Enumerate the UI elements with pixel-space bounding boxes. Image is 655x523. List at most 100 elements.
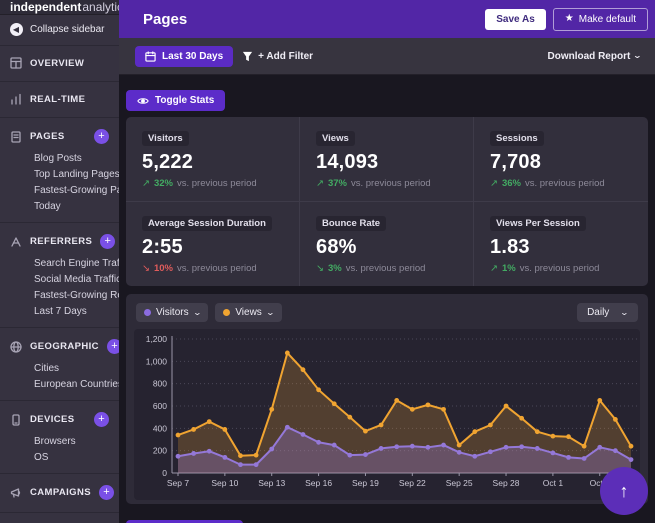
logo-text-bold: independent (10, 0, 81, 14)
sidebar-item-top-landing-pages[interactable]: Top Landing Pages (34, 166, 113, 182)
collapse-arrow-icon: ◀ (10, 23, 23, 36)
visitors-series-dropdown[interactable]: Visitors ⌄ (136, 303, 208, 322)
sidebar-item-clicks[interactable]: CLICKS + (0, 517, 119, 523)
trendline-logo-icon (11, 0, 22, 1)
collapse-sidebar-label: Collapse sidebar (30, 24, 105, 35)
visitors-series-dot-icon (144, 309, 151, 316)
line-chart[interactable]: 02004006008001,0001,200Sep 7Sep 10Sep 13… (134, 329, 640, 500)
sidebar-item-os[interactable]: OS (34, 449, 113, 465)
page-header: Pages Save As ★ Make default (119, 0, 655, 38)
sidebar-item-fastest-growing-referrers[interactable]: Fastest-Growing Referrers (34, 287, 113, 303)
sidebar-item-overview[interactable]: OVERVIEW (0, 50, 119, 75)
stat-label: Sessions (490, 131, 544, 146)
stat-card-views: Views 14,093 ↗37%vs. previous period (300, 117, 474, 202)
sidebar-label-overview: OVERVIEW (30, 58, 109, 69)
referrer-arrow-icon (10, 236, 22, 248)
svg-text:Sep 13: Sep 13 (258, 478, 285, 488)
sidebar-label-pages: PAGES (30, 131, 86, 142)
svg-text:0: 0 (162, 468, 167, 478)
sidebar-item-campaigns[interactable]: CAMPAIGNS + (0, 478, 119, 506)
funnel-icon (242, 51, 253, 62)
stat-label: Bounce Rate (316, 216, 386, 231)
scroll-to-top-button[interactable]: ↑ (600, 467, 648, 515)
views-series-dot-icon (223, 309, 230, 316)
sidebar-item-pages[interactable]: PAGES + (0, 122, 119, 150)
chevron-down-icon: ⌄ (620, 309, 629, 317)
make-default-button[interactable]: ★ Make default (553, 8, 648, 31)
add-filter-label: + Add Filter (258, 51, 313, 62)
app-logo: independent analytics (10, 0, 119, 14)
views-series-dropdown[interactable]: Views ⌄ (215, 303, 281, 322)
svg-text:200: 200 (153, 446, 167, 456)
sidebar-item-blog-posts[interactable]: Blog Posts (34, 150, 113, 166)
chevron-down-icon: ⌄ (633, 52, 642, 60)
chevron-down-icon: ⌄ (265, 309, 274, 317)
sidebar-label-real-time: REAL-TIME (30, 94, 109, 105)
page-title: Pages (143, 11, 485, 28)
add-devices-report-button[interactable]: + (94, 412, 109, 427)
svg-text:1,200: 1,200 (146, 334, 168, 344)
stat-trend: ↗37%vs. previous period (316, 178, 457, 189)
chart-controls: Visitors ⌄ Views ⌄ Daily ⌄ (134, 302, 640, 329)
date-range-label: Last 30 Days (162, 51, 223, 62)
download-report-label: Download Report (548, 51, 631, 62)
main-area: Pages Save As ★ Make default Last 30 Day… (119, 0, 655, 523)
stat-trend: ↘3%vs. previous period (316, 263, 457, 274)
content-area: Toggle Stats Visitors 5,222 ↗32%vs. prev… (119, 75, 655, 523)
stat-value: 14,093 (316, 151, 457, 174)
globe-icon (10, 341, 22, 353)
sidebar-item-browsers[interactable]: Browsers (34, 433, 113, 449)
sidebar-item-today[interactable]: Today (34, 198, 113, 214)
interval-label: Daily (587, 307, 609, 318)
interval-dropdown[interactable]: Daily ⌄ (577, 303, 638, 322)
stat-trend: ↗36%vs. previous period (490, 178, 632, 189)
add-filter-button[interactable]: + Add Filter (242, 51, 313, 62)
sidebar-item-devices[interactable]: DEVICES + (0, 405, 119, 433)
collapse-sidebar-button[interactable]: ◀ Collapse sidebar (0, 15, 119, 46)
toolbar: Last 30 Days + Add Filter Download Repor… (119, 38, 655, 75)
sidebar-item-referrers[interactable]: REFERRERS + (0, 227, 119, 255)
sidebar-item-cities[interactable]: Cities (34, 360, 113, 376)
sidebar-item-geographic[interactable]: GEOGRAPHIC + (0, 332, 119, 360)
stat-value: 1.83 (490, 236, 632, 259)
svg-text:800: 800 (153, 379, 167, 389)
add-campaigns-report-button[interactable]: + (99, 485, 114, 500)
download-report-button[interactable]: Download Report ⌄ (548, 51, 641, 62)
add-geographic-report-button[interactable]: + (107, 339, 119, 354)
add-referrers-report-button[interactable]: + (100, 234, 115, 249)
sidebar-item-last-7-days[interactable]: Last 7 Days (34, 303, 113, 319)
sidebar-item-fastest-growing-pages[interactable]: Fastest-Growing Pages (34, 182, 113, 198)
visitors-series-label: Visitors (156, 307, 189, 318)
stat-card-visitors: Visitors 5,222 ↗32%vs. previous period (126, 117, 300, 202)
stat-card-bounce-rate: Bounce Rate 68% ↘3%vs. previous period (300, 202, 474, 286)
svg-text:Sep 16: Sep 16 (305, 478, 332, 488)
svg-text:Sep 10: Sep 10 (211, 478, 238, 488)
svg-text:400: 400 (153, 423, 167, 433)
sidebar-item-real-time[interactable]: REAL-TIME (0, 86, 119, 111)
views-series-label: Views (235, 307, 262, 318)
sidebar-item-search-engine-traffic[interactable]: Search Engine Traffic (34, 255, 113, 271)
chevron-down-icon: ⌄ (192, 309, 201, 317)
stat-label: Average Session Duration (142, 216, 272, 231)
add-pages-report-button[interactable]: + (94, 129, 109, 144)
svg-text:Sep 19: Sep 19 (352, 478, 379, 488)
stats-panel: Visitors 5,222 ↗32%vs. previous period V… (126, 117, 648, 286)
sidebar-label-devices: DEVICES (30, 414, 86, 425)
sidebar-item-european-countries[interactable]: European Countries (34, 376, 113, 392)
toggle-stats-button[interactable]: Toggle Stats (126, 90, 225, 111)
sidebar-item-social-media-traffic[interactable]: Social Media Traffic (34, 271, 113, 287)
date-range-button[interactable]: Last 30 Days (135, 46, 233, 67)
save-as-button[interactable]: Save As (485, 9, 546, 30)
make-default-label: Make default (579, 14, 636, 25)
sidebar-label-campaigns: CAMPAIGNS (30, 487, 91, 498)
page-icon (10, 131, 22, 143)
arrow-up-icon: ↑ (620, 481, 629, 502)
star-icon: ★ (565, 14, 574, 24)
svg-text:Sep 22: Sep 22 (399, 478, 426, 488)
stat-value: 68% (316, 236, 457, 259)
svg-text:1,000: 1,000 (146, 356, 168, 366)
chart-panel: Visitors ⌄ Views ⌄ Daily ⌄ 020040 (126, 294, 648, 504)
stat-trend: ↘10%vs. previous period (142, 263, 283, 274)
stat-trend: ↗32%vs. previous period (142, 178, 283, 189)
megaphone-icon (10, 487, 22, 499)
